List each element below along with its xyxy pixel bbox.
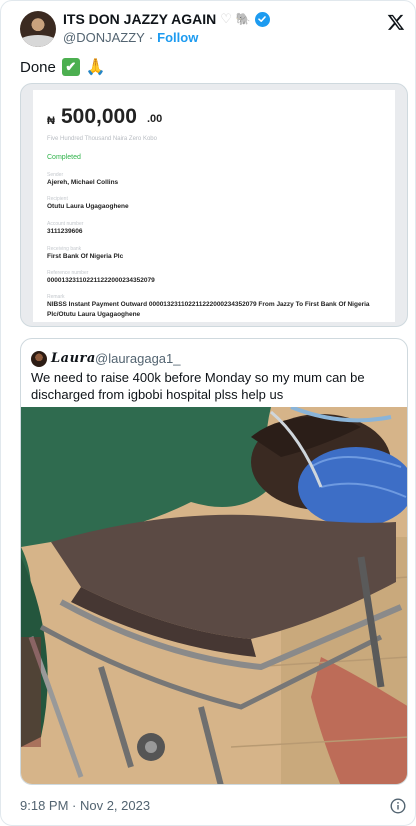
folded-hands-icon: 🙏 (85, 59, 106, 76)
author-handle[interactable]: @DONJAZZY (63, 30, 145, 45)
quote-text: We need to raise 400k before Monday so m… (31, 370, 365, 402)
receipt-image[interactable]: ₦ 500,000 .00 Five Hundred Thousand Nair… (20, 83, 408, 327)
author-display-name[interactable]: ITS DON JAZZY AGAIN (63, 11, 216, 27)
info-icon[interactable] (390, 798, 406, 814)
tweet-body: Done (20, 58, 56, 76)
receipt-cents: .00 (147, 113, 163, 125)
receipt-paper: ₦ 500,000 .00 Five Hundred Thousand Nair… (33, 90, 395, 322)
tweet-text: Done ✔ 🙏 (20, 57, 106, 77)
amount-in-words: Five Hundred Thousand Naira Zero Kobo (47, 136, 157, 142)
quote-author-avatar[interactable] (31, 351, 47, 367)
status-completed: Completed (47, 154, 81, 161)
elephant-icon: 🐘 (235, 12, 251, 26)
tweet-card: ITS DON JAZZY AGAIN ♡ 🐘 @DONJAZZY · Foll… (0, 0, 416, 826)
quoted-tweet[interactable]: Laura @lauragaga1_ We need to raise 400k… (20, 338, 408, 785)
author-avatar[interactable] (20, 11, 56, 47)
follow-button[interactable]: Follow (157, 30, 198, 45)
remark-value: NIBSS Instant Payment Outward 0000132311… (47, 301, 370, 318)
quote-author-name[interactable]: Laura (51, 351, 96, 366)
separator-dot: · (148, 30, 154, 45)
reference-number-value: 000013231102211222000234352079 (47, 277, 155, 284)
tweet-timestamp[interactable]: 9:18 PM · Nov 2, 2023 (20, 798, 150, 813)
white-heart-icon: ♡ (220, 11, 232, 26)
currency-symbol: ₦ (47, 115, 55, 127)
account-number-value: 3111239606 (47, 228, 83, 235)
hospital-photo[interactable] (21, 407, 408, 785)
recipient-value: Otutu Laura Ugagaoghene (47, 203, 129, 210)
verified-badge-icon (254, 11, 270, 27)
quote-author-handle[interactable]: @lauragaga1_ (95, 351, 180, 366)
receiving-bank-value: First Bank Of Nigeria Plc (47, 253, 124, 260)
receipt-amount: 500,000 (61, 105, 137, 128)
sender-value: Ajereh, Michael Collins (47, 179, 119, 186)
author-name-row: ITS DON JAZZY AGAIN ♡ 🐘 (63, 11, 270, 27)
x-logo-icon[interactable] (387, 13, 405, 31)
check-mark-icon: ✔ (61, 58, 80, 76)
author-handle-row: @DONJAZZY · Follow (63, 30, 198, 45)
